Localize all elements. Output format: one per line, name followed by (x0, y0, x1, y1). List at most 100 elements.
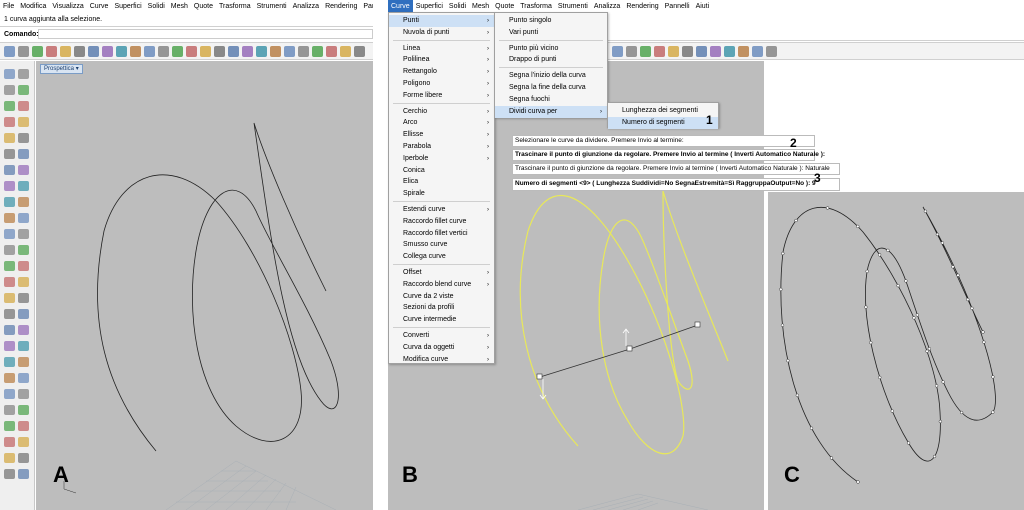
sidebar-tool-icon[interactable] (18, 437, 29, 447)
menu-item[interactable]: Spirale (389, 188, 494, 200)
menu-item-a-0[interactable]: File (0, 0, 17, 13)
sidebar-tool-icon[interactable] (4, 373, 15, 383)
menu-item[interactable]: Converti › (389, 330, 494, 342)
sidebar-tool-icon[interactable] (18, 389, 29, 399)
menu-item-a-7[interactable]: Quote (191, 0, 216, 13)
freeform-curve-a[interactable] (97, 122, 339, 452)
sidebar-tool-icon[interactable] (4, 197, 15, 207)
sidebar-tool-icon[interactable] (4, 133, 15, 143)
sidebar-tool-icon[interactable] (18, 357, 29, 367)
menu-item-a-2[interactable]: Visualizza (49, 0, 86, 13)
sidebar-tool-icon[interactable] (4, 357, 15, 367)
menu-item[interactable]: Smusso curve (389, 239, 494, 251)
menu-item[interactable]: Nuvola di punti › (389, 27, 494, 39)
toolbar-a-tool-icon[interactable] (172, 46, 183, 57)
toolbar-a-tool-icon[interactable] (228, 46, 239, 57)
menu-item-b-9[interactable]: Pannelli (662, 0, 693, 13)
menu-item[interactable]: Segna fuochi (495, 94, 607, 106)
sidebar-tool-icon[interactable] (18, 101, 29, 111)
sidebar-tool-icon[interactable] (18, 341, 29, 351)
toolbar-b-tool-icon[interactable] (710, 46, 721, 57)
toolbar-a-tool-icon[interactable] (102, 46, 113, 57)
toolbar-b-tool-icon[interactable] (654, 46, 665, 57)
sidebar-tool-icon[interactable] (18, 165, 29, 175)
sidebar-tool-icon[interactable] (4, 101, 15, 111)
sidebar-tool-icon[interactable] (4, 309, 15, 319)
toolbar-b-tool-icon[interactable] (682, 46, 693, 57)
curve-c[interactable] (768, 192, 1024, 510)
menu-item[interactable]: Estendi curve › (389, 204, 494, 216)
menu-item-a-9[interactable]: Strumenti (254, 0, 290, 13)
toolbar-a-tool-icon[interactable] (130, 46, 141, 57)
menu-item[interactable]: Numero di segmenti (608, 116, 718, 129)
menu-item[interactable]: Parabola › (389, 141, 494, 153)
menu-item[interactable]: Raccordo fillet curve (389, 216, 494, 228)
sidebar-tool-icon[interactable] (18, 245, 29, 255)
sidebar-tool-icon[interactable] (18, 421, 29, 431)
sidebar-tool-icon[interactable] (4, 469, 15, 479)
toolbar-a-tool-icon[interactable] (214, 46, 225, 57)
menu-item[interactable]: Cerchio › (389, 106, 494, 118)
menu-item[interactable]: Punto più vicino (495, 43, 607, 55)
toolbar-a-tool-icon[interactable] (354, 46, 365, 57)
menu-item[interactable]: Raccordo blend curve › (389, 279, 494, 291)
toolbar-a-tool-icon[interactable] (46, 46, 57, 57)
menu-item[interactable]: Offset › (389, 267, 494, 279)
menu-item[interactable]: Curva da oggetti › (389, 342, 494, 354)
menu-item[interactable]: Ellisse › (389, 129, 494, 141)
menu-item[interactable]: Curve intermedie (389, 314, 494, 326)
toolbar-a-tool-icon[interactable] (74, 46, 85, 57)
menu-item[interactable]: Arco › (389, 117, 494, 129)
toolbar-a-tool-icon[interactable] (186, 46, 197, 57)
freeform-curve-c[interactable] (780, 206, 996, 483)
sidebar-tool-icon[interactable] (18, 197, 29, 207)
toolbar-a-tool-icon[interactable] (298, 46, 309, 57)
toolbar-b-tool-icon[interactable] (724, 46, 735, 57)
sidebar-tool-icon[interactable] (4, 325, 15, 335)
toolbar-a-tool-icon[interactable] (32, 46, 43, 57)
curve-a[interactable] (36, 61, 373, 510)
toolbar-b-tool-icon[interactable] (668, 46, 679, 57)
sidebar-tool-icon[interactable] (4, 149, 15, 159)
sidebar-tool-icon[interactable] (4, 85, 15, 95)
sidebar-tool-icon[interactable] (4, 293, 15, 303)
sidebar-tool-icon[interactable] (18, 213, 29, 223)
menu-item-a-5[interactable]: Solidi (145, 0, 168, 13)
sidebar-tool-icon[interactable] (18, 181, 29, 191)
menu-item[interactable]: Segna l'inizio della curva (495, 70, 607, 82)
toolbar-a-tool-icon[interactable] (60, 46, 71, 57)
toolbar-a-tool-icon[interactable] (18, 46, 29, 57)
menu-item[interactable]: Poligono › (389, 78, 494, 90)
toolbar-b-tool-icon[interactable] (752, 46, 763, 57)
menu-item[interactable]: Collega curve (389, 251, 494, 263)
toolbar-b-tool-icon[interactable] (766, 46, 777, 57)
menu-item[interactable]: Linea › (389, 43, 494, 55)
menu-item-a-10[interactable]: Analizza (290, 0, 322, 13)
sidebar-tool-icon[interactable] (18, 133, 29, 143)
toolbar-a-tool-icon[interactable] (284, 46, 295, 57)
menu-item-b-10[interactable]: Aiuti (693, 0, 713, 13)
menu-item[interactable]: Rettangolo › (389, 66, 494, 78)
sidebar-tool-icon[interactable] (18, 229, 29, 239)
menu-item[interactable]: Sezioni da profili (389, 302, 494, 314)
sidebar-tool-icon[interactable] (18, 293, 29, 303)
sidebar-tool-icon[interactable] (18, 453, 29, 463)
menu-item[interactable]: Segna la fine della curva (495, 82, 607, 94)
menu-item[interactable]: Conica (389, 165, 494, 177)
sidebar-tool-icon[interactable] (18, 149, 29, 159)
sidebar-tool-icon[interactable] (4, 117, 15, 127)
menu-item[interactable]: Punto singolo (495, 15, 607, 27)
menu-item[interactable]: Polilinea › (389, 54, 494, 66)
menu-item[interactable]: Dividi curva per › (495, 105, 607, 118)
toolbar-b-tool-icon[interactable] (626, 46, 637, 57)
menu-item-a-8[interactable]: Trasforma (216, 0, 254, 13)
menu-item[interactable]: Elica (389, 176, 494, 188)
sidebar-tool-icon[interactable] (4, 277, 15, 287)
menu-item-a-4[interactable]: Superfici (111, 0, 144, 13)
sidebar-tool-icon[interactable] (18, 373, 29, 383)
sidebar-tool-icon[interactable] (18, 309, 29, 319)
sidebar-tool-icon[interactable] (4, 341, 15, 351)
sidebar-tool-icon[interactable] (4, 389, 15, 399)
sidebar-tool-icon[interactable] (18, 469, 29, 479)
menu-item[interactable]: Lunghezza dei segmenti (608, 105, 718, 117)
